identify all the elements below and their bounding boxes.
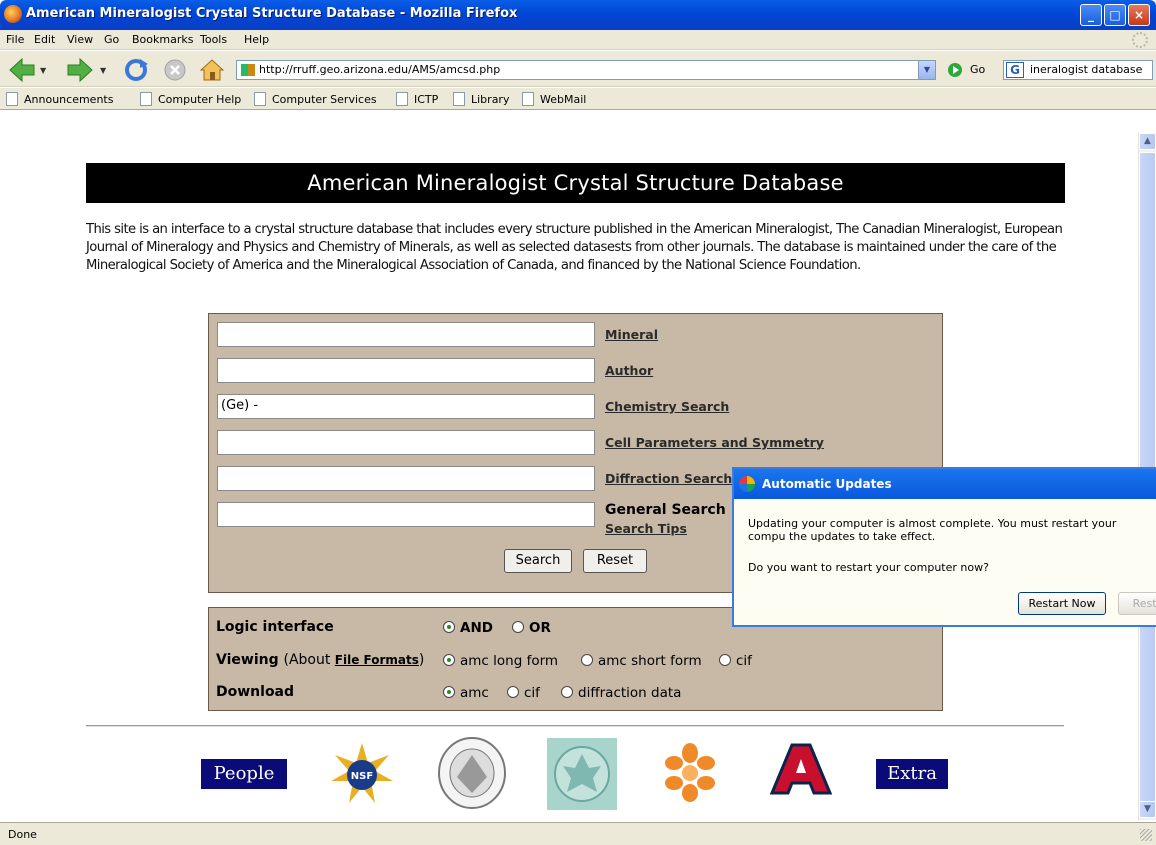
throbber-icon xyxy=(1132,32,1148,48)
bookmark-page-icon xyxy=(396,92,408,106)
forward-dropdown-icon[interactable]: ▼ xyxy=(100,66,106,75)
status-bar: Done xyxy=(0,822,1156,845)
chemistry-search-link[interactable]: Chemistry Search xyxy=(605,399,729,414)
mac-seal-icon[interactable] xyxy=(547,738,617,810)
window-title: American Mineralogist Crystal Structure … xyxy=(26,6,518,21)
search-input[interactable]: ineralogist database xyxy=(1030,63,1142,76)
download-amc-radio[interactable]: amc xyxy=(443,685,489,701)
back-arrow-icon[interactable] xyxy=(8,57,36,83)
viewing-amc-long-radio[interactable]: amc long form xyxy=(443,653,558,669)
bookmark-page-icon xyxy=(254,92,266,106)
search-button[interactable]: Search xyxy=(504,549,572,573)
viewing-cif-radio[interactable]: cif xyxy=(719,653,752,669)
address-dropdown-icon[interactable]: ▼ xyxy=(918,61,935,79)
menu-file[interactable]: File xyxy=(6,33,24,46)
bookmark-webmail[interactable]: WebMail xyxy=(522,92,586,106)
restart-later-button[interactable]: Resta xyxy=(1118,592,1156,615)
author-link[interactable]: Author xyxy=(605,363,653,378)
msa-seal-icon[interactable] xyxy=(437,737,507,809)
logic-or-radio[interactable]: OR xyxy=(512,620,551,636)
firefox-icon xyxy=(4,5,22,23)
logic-interface-label: Logic interface xyxy=(216,619,334,635)
general-search-label: General Search xyxy=(605,502,726,518)
cell-parameters-input[interactable] xyxy=(217,430,595,455)
bookmark-library[interactable]: Library xyxy=(453,92,509,106)
resize-grip-icon[interactable] xyxy=(1140,829,1152,841)
bookmarks-toolbar: Announcements Computer Help Computer Ser… xyxy=(0,88,1156,110)
menu-tools[interactable]: Tools xyxy=(200,33,227,46)
scroll-up-icon[interactable]: ▲ xyxy=(1139,133,1156,150)
bookmark-computer-help[interactable]: Computer Help xyxy=(140,92,241,106)
bookmark-computer-services[interactable]: Computer Services xyxy=(254,92,377,106)
close-button[interactable]: × xyxy=(1128,4,1150,26)
people-link[interactable]: People xyxy=(201,759,287,789)
dialog-question: Do you want to restart your computer now… xyxy=(748,561,989,574)
navigation-toolbar: ▼ ▼ http://rruff.geo.arizona.edu/AMS/amc… xyxy=(0,51,1156,87)
menu-bar: File Edit View Go Bookmarks Tools Help xyxy=(0,30,1156,50)
mineral-input[interactable] xyxy=(217,322,595,347)
author-input[interactable] xyxy=(217,358,595,383)
bookmark-page-icon xyxy=(6,92,18,106)
window-title-bar: American Mineralogist Crystal Structure … xyxy=(0,0,1156,30)
dialog-title-bar: Automatic Updates xyxy=(734,469,1156,499)
page-banner: American Mineralogist Crystal Structure … xyxy=(86,163,1065,203)
menu-view[interactable]: View xyxy=(67,33,93,46)
download-label: Download xyxy=(216,684,295,700)
bookmark-page-icon xyxy=(453,92,465,106)
address-bar[interactable]: http://rruff.geo.arizona.edu/AMS/amcsd.p… xyxy=(236,60,936,80)
stop-icon[interactable] xyxy=(164,57,186,83)
intro-paragraph: This site is an interface to a crystal s… xyxy=(86,222,1063,273)
nsf-logo-icon[interactable]: NSF xyxy=(327,741,397,807)
go-label: Go xyxy=(970,63,986,76)
mineral-link[interactable]: Mineral xyxy=(605,327,658,342)
forward-arrow-icon[interactable] xyxy=(66,57,94,83)
search-tips-link[interactable]: Search Tips xyxy=(605,521,687,536)
automatic-updates-dialog: Automatic Updates Updating your computer… xyxy=(732,467,1156,627)
file-formats-link[interactable]: File Formats xyxy=(335,653,419,667)
viewing-label: Viewing (About File Formats) xyxy=(216,652,425,668)
diffraction-input[interactable] xyxy=(217,466,595,491)
svg-text:NSF: NSF xyxy=(351,771,373,782)
home-icon[interactable] xyxy=(200,57,224,83)
status-text: Done xyxy=(8,828,37,841)
search-bar[interactable]: G ineralogist database xyxy=(1003,60,1153,80)
menu-bookmarks[interactable]: Bookmarks xyxy=(132,33,193,46)
download-diffraction-radio[interactable]: diffraction data xyxy=(561,685,681,701)
diffraction-search-link[interactable]: Diffraction Search xyxy=(605,471,732,486)
reset-button[interactable]: Reset xyxy=(583,549,647,573)
university-arizona-logo-icon[interactable] xyxy=(770,743,832,799)
download-cif-radio[interactable]: cif xyxy=(507,685,540,701)
go-arrow-icon xyxy=(948,63,962,77)
dialog-title: Automatic Updates xyxy=(762,477,892,491)
menu-help[interactable]: Help xyxy=(244,33,269,46)
divider xyxy=(86,725,1064,727)
maximize-button[interactable]: □ xyxy=(1104,4,1126,26)
address-url[interactable]: http://rruff.geo.arizona.edu/AMS/amcsd.p… xyxy=(259,63,500,76)
dialog-message: Updating your computer is almost complet… xyxy=(748,517,1117,543)
bookmark-page-icon xyxy=(140,92,152,106)
menu-edit[interactable]: Edit xyxy=(34,33,55,46)
menu-go[interactable]: Go xyxy=(104,33,119,46)
back-dropdown-icon[interactable]: ▼ xyxy=(40,66,46,75)
chemistry-input[interactable]: (Ge) - xyxy=(217,394,595,419)
logic-and-radio[interactable]: AND xyxy=(443,620,493,636)
scroll-down-icon[interactable]: ▼ xyxy=(1139,801,1156,818)
restart-now-button[interactable]: Restart Now xyxy=(1018,592,1106,615)
bookmark-announcements[interactable]: Announcements xyxy=(6,92,113,106)
site-favicon-icon xyxy=(241,64,255,76)
reload-icon[interactable] xyxy=(124,57,148,83)
bookmark-ictp[interactable]: ICTP xyxy=(396,92,438,106)
google-engine-icon[interactable]: G xyxy=(1006,62,1024,78)
minimize-button[interactable]: _ xyxy=(1080,4,1102,26)
crystal-logo-icon[interactable] xyxy=(660,741,720,803)
general-search-input[interactable] xyxy=(217,502,595,527)
cell-parameters-link[interactable]: Cell Parameters and Symmetry xyxy=(605,435,824,450)
extra-link[interactable]: Extra xyxy=(876,759,948,789)
windows-update-icon xyxy=(739,476,755,492)
viewing-amc-short-radio[interactable]: amc short form xyxy=(581,653,702,669)
bookmark-page-icon xyxy=(522,92,534,106)
go-button[interactable]: Go xyxy=(948,62,992,80)
